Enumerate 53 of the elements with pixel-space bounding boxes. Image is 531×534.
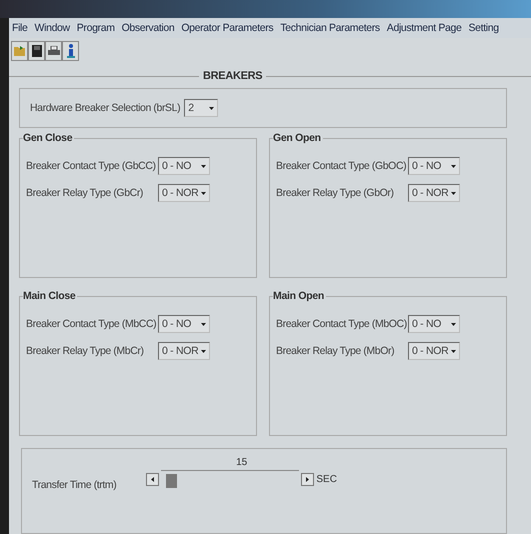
menu-item[interactable]: Adjustment Page [386,22,462,34]
group-title: Main Close [23,290,78,302]
dropdown-arrow-icon [451,350,456,352]
printer-icon [48,46,60,56]
slider-thumb[interactable] [166,474,178,488]
dropdown-arrow-icon [209,106,214,110]
group-title: Gen Open [273,132,323,144]
dropdown[interactable]: 0 - NO [408,157,460,175]
dropdown[interactable]: 0 - NO [158,315,210,333]
dropdown-arrow-icon [451,322,456,326]
print-button[interactable] [45,41,62,61]
field-label: Breaker Relay Type (GbOr) [276,187,395,199]
info-button[interactable] [62,41,79,61]
scroll-right-button[interactable] [301,473,314,486]
field-label: Breaker Contact Type (GbCC) [26,160,154,172]
menu-item[interactable]: Observation [122,22,174,34]
field-label: Breaker Contact Type (MbCC) [26,318,154,330]
menu-item[interactable]: Program [76,22,115,34]
scroll-left-button[interactable] [146,473,160,486]
field-label: Breaker Relay Type (MbCr) [26,345,145,357]
menu-item[interactable]: Setting [468,22,499,34]
dropdown-arrow-icon [201,192,206,194]
field-label: Breaker Contact Type (GbOC) [276,160,404,172]
dropdown[interactable]: 0 - NO [158,157,210,175]
left-arrow-icon [151,477,154,482]
menu-item[interactable]: File [12,22,28,34]
menu-item[interactable]: Window [34,22,70,34]
dropdown[interactable]: 2 [184,99,218,117]
dropdown[interactable]: 0 - NOR [408,342,460,360]
menu-item[interactable]: Operator Parameters [181,22,274,34]
page-title: BREAKERS [202,70,264,82]
dropdown-arrow-icon [201,164,206,168]
group-title: Main Open [273,290,326,302]
group-title: Gen Close [23,132,74,144]
slider-reading: 15 [236,457,248,468]
dropdown[interactable]: 0 - NOR [158,342,210,360]
dropdown[interactable]: 0 - NOR [158,184,210,202]
dropdown-arrow-icon [451,164,456,168]
folder-icon [14,46,26,56]
menu-item[interactable]: Technician Parameters [280,22,380,34]
field-label: Hardware Breaker Selection (brSL) [30,102,180,114]
info-person-icon [66,44,74,58]
right-arrow-icon [306,477,310,482]
dropdown-arrow-icon [201,322,206,326]
dropdown[interactable]: 0 - NO [408,315,460,333]
dropdown[interactable]: 0 - NOR [408,184,460,202]
dropdown-arrow-icon [451,192,456,194]
save-button[interactable] [28,41,45,61]
dropdown-arrow-icon [201,350,206,352]
field-label: Breaker Relay Type (GbCr) [26,187,144,199]
field-label: Transfer Time (trtm) [32,479,116,491]
unit-label: SEC [316,474,337,485]
field-label: Breaker Relay Type (MbOr) [276,345,396,357]
